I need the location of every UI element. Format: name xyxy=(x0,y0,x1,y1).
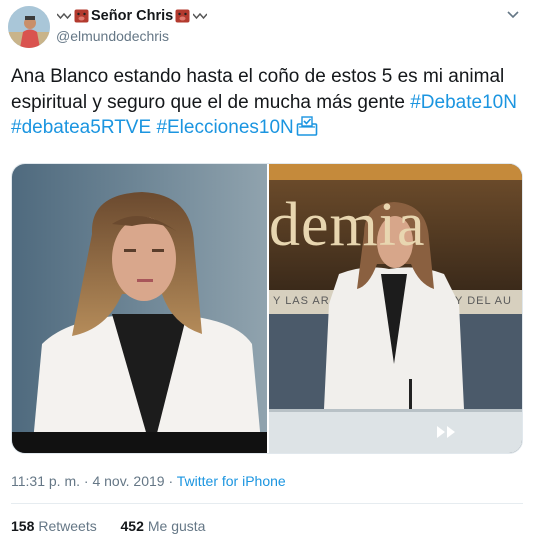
likes-count[interactable]: 452 xyxy=(121,518,144,534)
tweet-header: Señor Chris @elmundodechris xyxy=(0,0,533,56)
photo-left[interactable] xyxy=(12,164,267,453)
retweets-label[interactable]: Retweets xyxy=(38,518,96,534)
pig-emoji-icon xyxy=(175,9,190,23)
retweets-count[interactable]: 158 xyxy=(11,518,34,534)
ballot-box-icon xyxy=(296,116,318,136)
banner-text-right: Y DEL AU xyxy=(455,295,512,307)
wave-icon xyxy=(57,12,71,20)
source-link[interactable]: Twitter for iPhone xyxy=(177,473,286,489)
tweet-media[interactable]: demia Y LAS AR Y DEL AU xyxy=(11,163,523,454)
tweet-text: Ana Blanco estando hasta el coño de esto… xyxy=(11,64,526,141)
divider xyxy=(11,503,523,504)
avatar[interactable] xyxy=(8,6,50,48)
tweet-timestamp: 11:31 p. m. · 4 nov. 2019 · Twitter for … xyxy=(11,473,286,489)
engagement-stats: 158 Retweets 452 Me gusta xyxy=(11,518,205,534)
hashtag-link[interactable]: #debatea5RTVE xyxy=(11,117,151,138)
hashtag-link[interactable]: #Debate10N xyxy=(410,92,517,113)
backdrop-text: demia xyxy=(269,191,426,259)
banner-text-left: Y LAS AR xyxy=(273,295,330,307)
photo-right[interactable]: demia Y LAS AR Y DEL AU xyxy=(269,164,522,453)
user-handle[interactable]: @elmundodechris xyxy=(56,28,169,44)
display-name: Señor Chris xyxy=(91,8,174,24)
hashtag-link[interactable]: #Elecciones10N xyxy=(156,117,293,138)
chevron-down-icon[interactable] xyxy=(506,10,520,20)
pig-emoji-icon xyxy=(74,9,89,23)
display-name-row[interactable]: Señor Chris xyxy=(56,8,208,24)
likes-label[interactable]: Me gusta xyxy=(148,518,206,534)
time-text[interactable]: 11:31 p. m. · 4 nov. 2019 · xyxy=(11,473,177,489)
wave-icon xyxy=(193,12,208,20)
